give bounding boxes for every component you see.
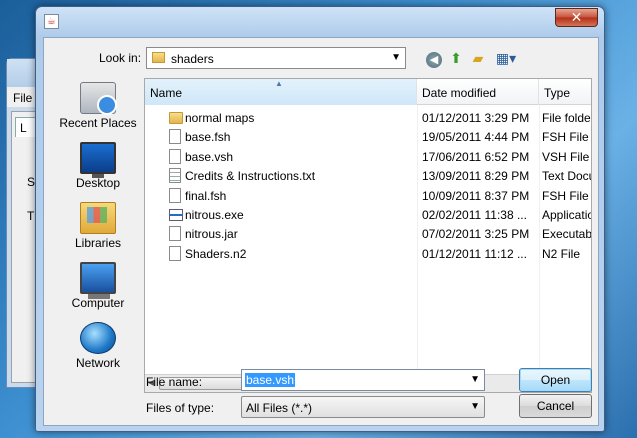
file-row[interactable]: base.fsh 19/05/2011 4:44 PM FSH File — [145, 127, 591, 146]
dialog-content: Look in: shaders ▼ ◀ ⬆ ▰ ▦▾ Recent Place… — [43, 37, 599, 426]
column-header-type[interactable]: Type — [539, 79, 591, 105]
file-type: Text Docu — [542, 169, 592, 184]
chevron-down-icon[interactable]: ▼ — [470, 374, 480, 385]
open-button[interactable]: Open — [519, 368, 592, 392]
background-label-2: T — [27, 209, 35, 223]
new-folder-button[interactable]: ▰ — [468, 48, 488, 68]
file-row[interactable]: Shaders.n2 01/12/2011 11:12 ... N2 File — [145, 244, 591, 263]
text-file-icon — [169, 168, 181, 184]
place-label: Recent Places — [59, 116, 137, 130]
background-label-1: S — [27, 175, 36, 189]
file-date: 07/02/2011 3:25 PM — [422, 227, 530, 242]
file-rows: normal maps 01/12/2011 3:29 PM File fold… — [145, 108, 591, 263]
files-of-type-label: Files of type: — [146, 401, 215, 415]
file-date: 19/05/2011 4:44 PM — [422, 130, 530, 145]
sort-ascending-icon: ▲ — [275, 79, 283, 88]
place-label: Desktop — [75, 176, 121, 190]
file-date: 01/12/2011 3:29 PM — [422, 111, 530, 125]
back-button[interactable]: ◀ — [424, 48, 444, 68]
file-name: final.fsh — [185, 188, 227, 203]
file-type: Executabl — [542, 227, 592, 242]
file-date: 01/12/2011 11:12 ... — [422, 246, 527, 261]
file-name: base.fsh — [185, 130, 231, 145]
column-header-type-label: Type — [544, 86, 571, 100]
file-type: VSH File — [542, 149, 590, 164]
file-date: 17/06/2011 6:52 PM — [422, 149, 530, 164]
files-of-type-value: All Files (*.*) — [246, 401, 313, 415]
file-icon — [169, 226, 181, 242]
place-recent-places[interactable]: Recent Places — [55, 82, 141, 130]
file-row[interactable]: normal maps 01/12/2011 3:29 PM File fold… — [145, 108, 591, 127]
close-icon: ✕ — [570, 9, 583, 25]
file-icon — [169, 148, 181, 164]
file-date: 02/02/2011 11:38 ... — [422, 207, 527, 222]
file-name: Credits & Instructions.txt — [185, 169, 316, 184]
look-in-value: shaders — [171, 52, 214, 66]
file-name: nitrous.exe — [185, 207, 244, 222]
file-icon — [169, 245, 181, 261]
computer-icon — [80, 262, 116, 299]
folder-icon — [152, 52, 165, 66]
cancel-button[interactable]: Cancel — [519, 394, 592, 418]
places-bar: Recent Places Desktop Libraries Computer… — [55, 78, 141, 374]
file-list[interactable]: ▲ Name Date modified Type normal maps 01… — [144, 78, 592, 393]
file-type: FSH File — [542, 130, 589, 145]
application-icon — [169, 208, 183, 221]
column-header-date-label: Date modified — [422, 86, 497, 100]
up-folder-icon: ⬆ — [450, 50, 462, 66]
place-desktop[interactable]: Desktop — [55, 142, 141, 190]
file-row[interactable]: nitrous.exe 02/02/2011 11:38 ... Applica… — [145, 205, 591, 224]
file-date: 10/09/2011 8:37 PM — [422, 188, 530, 203]
file-name-input[interactable]: base.vsh ▼ — [241, 369, 485, 391]
libraries-icon — [80, 202, 116, 234]
place-computer[interactable]: Computer — [55, 262, 141, 310]
files-of-type-select[interactable]: All Files (*.*) ▼ — [241, 396, 485, 418]
desktop-icon — [80, 142, 116, 178]
close-button[interactable]: ✕ — [555, 8, 598, 27]
file-type: File folder — [542, 111, 592, 125]
column-header-name[interactable]: ▲ Name — [145, 79, 417, 105]
chevron-down-icon: ▼ — [470, 401, 480, 412]
file-row[interactable]: nitrous.jar 07/02/2011 3:25 PM Executabl — [145, 224, 591, 243]
recent-places-icon — [80, 82, 117, 115]
column-header-date[interactable]: Date modified — [417, 79, 539, 105]
file-icon — [169, 129, 181, 145]
file-name: normal maps — [185, 111, 255, 125]
place-network[interactable]: Network — [55, 322, 141, 370]
file-name: nitrous.jar — [185, 227, 238, 242]
file-type: FSH File — [542, 188, 589, 203]
up-folder-button[interactable]: ⬆ — [446, 48, 466, 68]
file-name: base.vsh — [185, 149, 234, 164]
new-folder-icon: ▰ — [472, 50, 484, 66]
file-row[interactable]: Credits & Instructions.txt 13/09/2011 8:… — [145, 166, 591, 185]
column-header-name-label: Name — [150, 86, 183, 100]
look-in-label: Look in: — [99, 51, 142, 65]
file-type: Applicatio — [542, 207, 592, 222]
place-label: Network — [75, 356, 120, 370]
file-date: 13/09/2011 8:29 PM — [422, 169, 530, 184]
list-header: ▲ Name Date modified Type — [145, 79, 591, 105]
file-type: N2 File — [542, 246, 581, 261]
file-row[interactable]: base.vsh 17/06/2011 6:52 PM VSH File — [145, 147, 591, 166]
file-row[interactable]: final.fsh 10/09/2011 8:37 PM FSH File — [145, 186, 591, 205]
folder-icon — [169, 112, 183, 124]
back-arrow-icon: ◀ — [426, 52, 442, 68]
view-menu-button[interactable]: ▦▾ — [492, 48, 520, 68]
file-name-value: base.vsh — [245, 373, 296, 387]
open-file-dialog: ☕ ✕ Look in: shaders ▼ ◀ ⬆ ▰ ▦▾ Recent P… — [35, 6, 605, 432]
network-icon — [80, 322, 116, 354]
chevron-down-icon: ▼ — [391, 52, 401, 63]
place-label: Libraries — [74, 236, 122, 250]
java-app-icon: ☕ — [44, 14, 59, 29]
file-name-label: File name: — [146, 375, 203, 389]
file-name: Shaders.n2 — [185, 246, 247, 261]
view-grid-icon: ▦▾ — [495, 50, 517, 66]
look-in-combo[interactable]: shaders ▼ — [146, 47, 406, 69]
dialog-titlebar[interactable]: ☕ ✕ — [36, 7, 604, 37]
place-libraries[interactable]: Libraries — [55, 202, 141, 250]
file-icon — [169, 187, 181, 203]
